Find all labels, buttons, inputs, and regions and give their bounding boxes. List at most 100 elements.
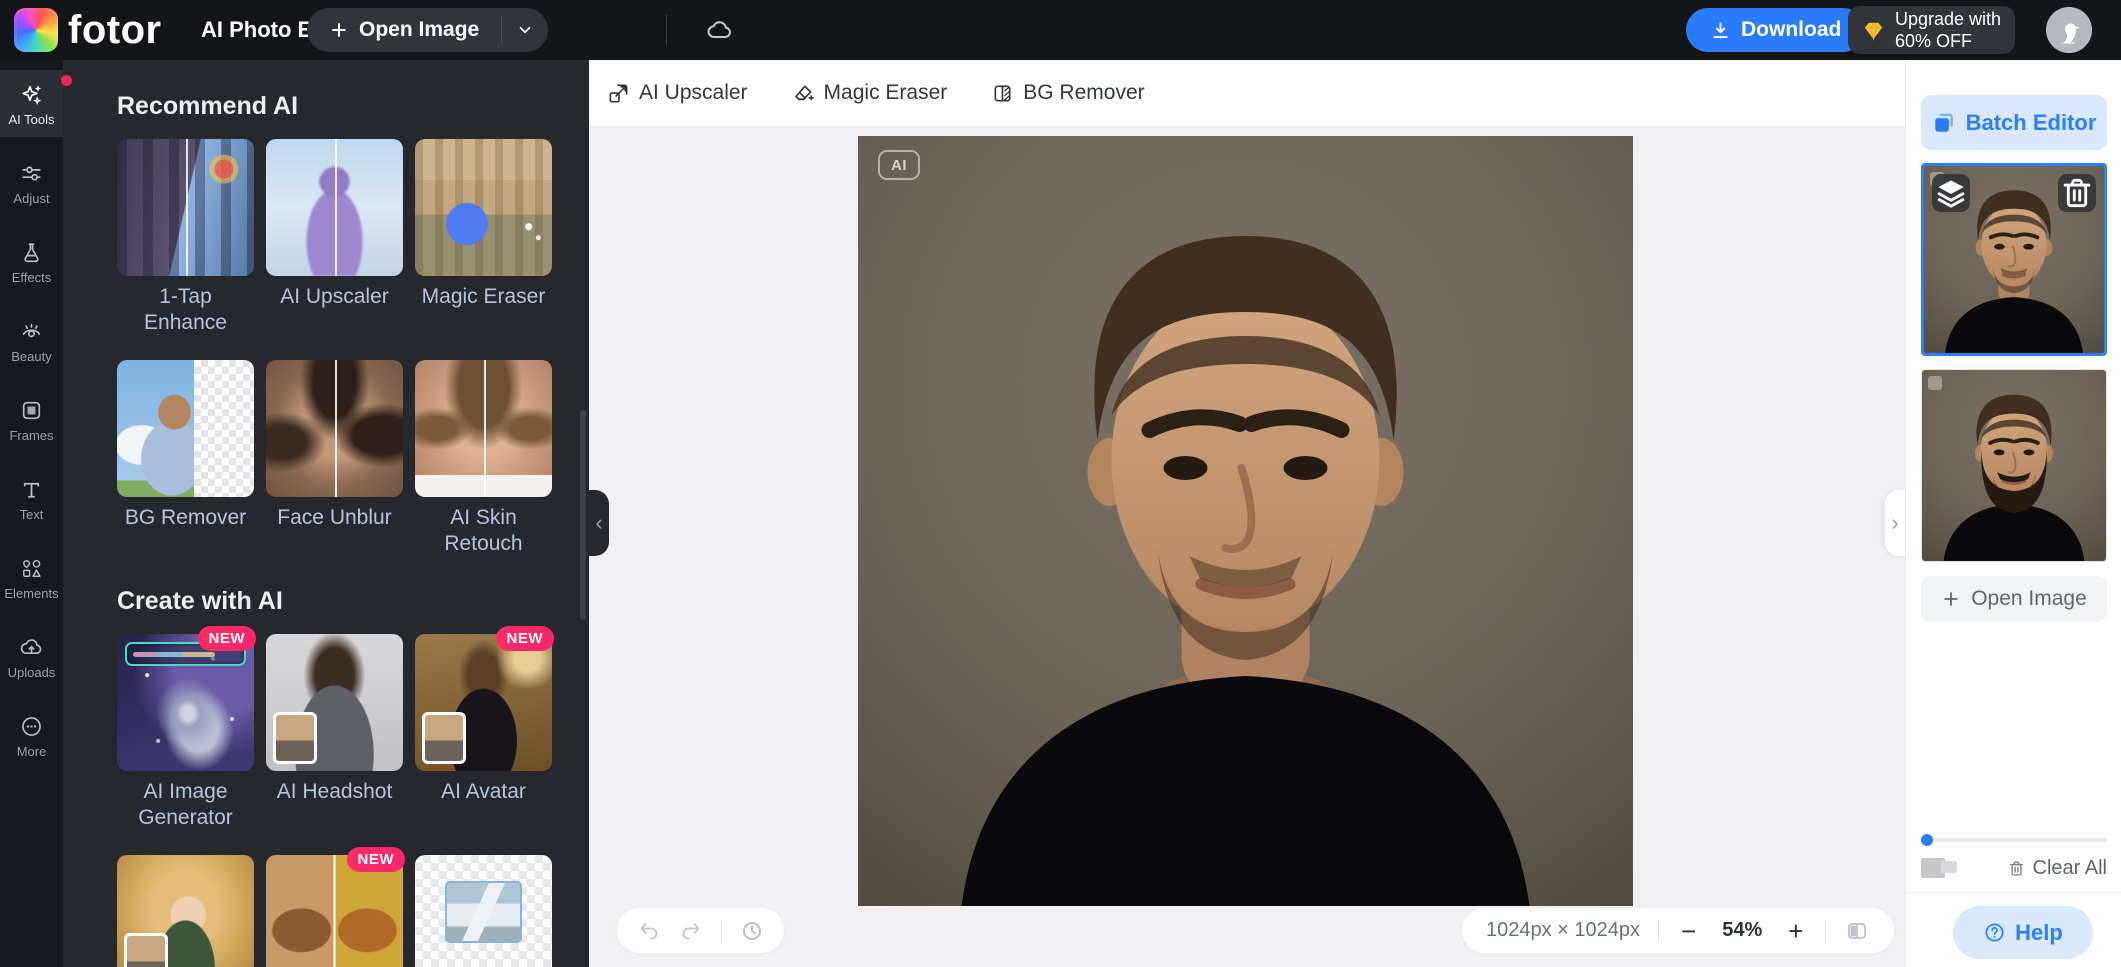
trash-icon	[2009, 860, 2023, 876]
redo-icon[interactable]	[679, 919, 703, 943]
tool-label: AI Image Generator	[138, 780, 233, 829]
sidebar-item-beauty[interactable]: Beauty	[0, 307, 63, 374]
panel-bottom-row: Clear All	[1921, 855, 2107, 881]
sidebar-item-label: Uploads	[7, 665, 56, 680]
recommend-ai-grid: 1-Tap Enhance AI Upscaler Magic Eraser B…	[117, 139, 554, 557]
tool-label: 1-Tap Enhance	[144, 285, 227, 334]
tool-thumbnail	[266, 634, 403, 771]
sidebar-item-adjust[interactable]: Adjust	[0, 149, 63, 216]
tool-thumbnail	[117, 360, 254, 497]
sidebar-item-frames[interactable]: Frames	[0, 386, 63, 453]
sidebar-item-text[interactable]: Text	[0, 465, 63, 532]
tool-thumbnail	[415, 855, 552, 967]
sidebar-item-label: Effects	[11, 270, 52, 285]
expand-right-panel-handle[interactable]: ›	[1885, 490, 1905, 556]
editing-image[interactable]: AI	[858, 136, 1633, 906]
user-avatar[interactable]	[2046, 7, 2092, 53]
tool-card-ai-image-generator[interactable]: NEW AI Image Generator	[117, 626, 256, 831]
help-button[interactable]: Help	[1953, 906, 2093, 959]
before-photo-inset	[422, 712, 466, 764]
tool-thumbnail	[117, 139, 254, 276]
tool-card-ai-filters[interactable]: AI Filters	[117, 855, 254, 967]
sidebar-item-label: Adjust	[13, 191, 50, 206]
section-title-create-with-ai: Create with AI	[117, 587, 283, 615]
download-icon	[1713, 22, 1728, 38]
sidebar-item-ai-tools[interactable]: AI Tools	[0, 70, 72, 137]
tool-card-ai-headshot[interactable]: AI Headshot	[266, 634, 403, 831]
tool-card-ai-expand[interactable]: AI Expand	[415, 855, 552, 967]
before-photo-inset	[273, 712, 317, 764]
layers-icon	[1937, 180, 1965, 208]
portrait-photo-bearded	[1922, 370, 2106, 561]
sidebar-item-elements[interactable]: Elements	[0, 544, 63, 611]
tool-card-ai-art-effects[interactable]: NEW AI Art Effects	[266, 847, 405, 967]
toolbar-ai-upscaler[interactable]: AI Upscaler	[607, 81, 748, 105]
toolbar-magic-eraser[interactable]: Magic Eraser	[792, 81, 947, 105]
fotor-app: fotor AI Photo Editor Open Image Downloa…	[0, 0, 2121, 967]
plus-icon	[332, 23, 346, 37]
trash-icon	[2063, 178, 2091, 208]
panel-scrollbar[interactable]	[580, 410, 586, 620]
fotor-logo-icon	[14, 8, 58, 52]
zoom-level: 54%	[1722, 919, 1763, 941]
image-thumbnail[interactable]	[1921, 369, 2107, 562]
collapse-left-panel-handle[interactable]: ‹	[589, 490, 609, 556]
image-dimensions: 1024px × 1024px	[1486, 919, 1641, 941]
batch-editor-label: Batch Editor	[1965, 109, 2097, 135]
tool-thumbnail: NEW	[117, 626, 256, 771]
zoom-out-button[interactable]: −	[1677, 918, 1700, 944]
sidebar-item-more[interactable]: More	[0, 702, 63, 769]
cloud-sync-button[interactable]	[700, 13, 740, 47]
sidebar-item-label: Beauty	[11, 349, 52, 364]
bg-remove-icon	[994, 84, 1011, 102]
mini-thumbnails	[1921, 857, 1965, 879]
zoom-in-button[interactable]: +	[1784, 918, 1807, 944]
notification-dot	[61, 75, 72, 86]
history-clock-icon[interactable]	[740, 919, 764, 943]
tool-thumbnail: NEW	[266, 847, 405, 967]
tool-label: AI Upscaler	[280, 285, 389, 308]
sidebar-item-effects[interactable]: Effects	[0, 228, 63, 295]
section-title-recommend-ai: Recommend AI	[117, 92, 299, 120]
tool-card-ai-avatar[interactable]: NEW AI Avatar	[415, 626, 554, 831]
tool-label: Magic Eraser	[421, 285, 546, 308]
slider-handle[interactable]	[1921, 834, 1933, 846]
image-thumbnail-selected[interactable]	[1921, 163, 2107, 356]
new-badge: NEW	[495, 626, 554, 651]
sidebar-item-label: Elements	[4, 586, 59, 601]
tool-thumbnail	[266, 139, 403, 276]
tool-card-face-unblur[interactable]: Face Unblur	[266, 360, 403, 557]
layers-button[interactable]	[1932, 174, 1970, 212]
expand-photo-decoration	[445, 881, 522, 943]
thumbnail-size-slider[interactable]	[1921, 834, 2107, 846]
open-image-button[interactable]: Open Image	[307, 8, 501, 52]
toolbar-item-label: AI Upscaler	[639, 81, 748, 104]
tool-card-ai-upscaler[interactable]: AI Upscaler	[266, 139, 403, 336]
tool-thumbnail	[117, 855, 254, 967]
cloud-icon	[707, 21, 731, 39]
delete-image-button[interactable]	[2058, 174, 2096, 212]
more-dots-icon	[22, 717, 41, 736]
batch-editor-button[interactable]: Batch Editor	[1921, 95, 2107, 150]
compare-view-icon[interactable]	[1844, 918, 1870, 944]
toolbar-bg-remover[interactable]: BG Remover	[991, 81, 1145, 105]
open-image-dropdown-button[interactable]	[502, 8, 548, 52]
adjust-sliders-icon	[22, 166, 41, 181]
tool-thumbnail	[415, 139, 552, 276]
sidebar-item-uploads[interactable]: Uploads	[0, 623, 63, 690]
panel-open-image-button[interactable]: Open Image	[1921, 576, 2107, 622]
tool-card-magic-eraser[interactable]: Magic Eraser	[415, 139, 552, 336]
tool-card-ai-skin-retouch[interactable]: AI Skin Retouch	[415, 360, 552, 557]
tool-card-bg-remover[interactable]: BG Remover	[117, 360, 254, 557]
divider	[1825, 919, 1827, 942]
clear-all-button[interactable]: Clear All	[2007, 857, 2107, 880]
undo-icon[interactable]	[637, 919, 661, 943]
tool-card-1-tap-enhance[interactable]: 1-Tap Enhance	[117, 139, 254, 336]
upgrade-button[interactable]: Upgrade with 60% OFF	[1848, 6, 2016, 54]
fotor-logo[interactable]: fotor	[14, 8, 162, 52]
download-button[interactable]: Download	[1686, 8, 1866, 52]
portrait-photo	[858, 136, 1633, 906]
open-image-label: Open Image	[1971, 587, 2087, 610]
help-label: Help	[2015, 919, 2063, 945]
thumbnail-checkbox[interactable]	[1928, 376, 1942, 390]
